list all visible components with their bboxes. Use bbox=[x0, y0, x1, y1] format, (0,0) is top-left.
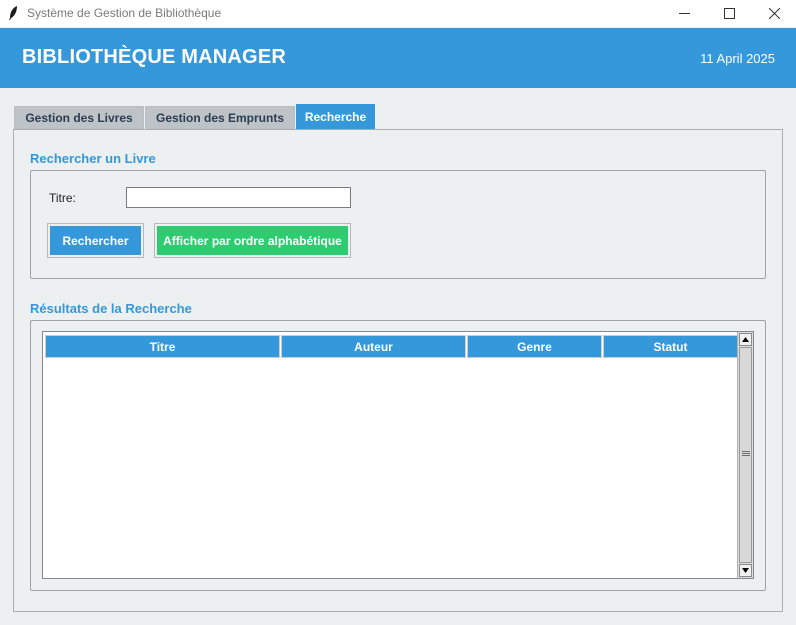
column-header-titre[interactable]: Titre bbox=[45, 335, 280, 358]
maximize-button[interactable] bbox=[707, 0, 752, 27]
results-scrollbar[interactable] bbox=[737, 332, 753, 578]
grip-line bbox=[742, 451, 750, 452]
minimize-button[interactable] bbox=[662, 0, 707, 27]
column-header-auteur[interactable]: Auteur bbox=[281, 335, 466, 358]
maximize-icon bbox=[724, 8, 735, 19]
window-title: Système de Gestion de Bibliothèque bbox=[27, 6, 222, 20]
app-header: BIBLIOTHÈQUE MANAGER 11 April 2025 bbox=[0, 28, 796, 88]
grip-line bbox=[742, 453, 750, 454]
alphabetical-order-button-label: Afficher par ordre alphabétique bbox=[157, 226, 348, 255]
grip-line bbox=[742, 455, 750, 456]
search-section-title: Rechercher un Livre bbox=[30, 151, 156, 166]
results-table[interactable]: Titre Auteur Genre Statut bbox=[42, 331, 754, 579]
header-date: 11 April 2025 bbox=[700, 51, 775, 66]
tab-recherche[interactable]: Recherche bbox=[296, 104, 375, 129]
close-button[interactable] bbox=[752, 0, 796, 27]
alphabetical-order-button[interactable]: Afficher par ordre alphabétique bbox=[154, 223, 351, 258]
scroll-down-button[interactable] bbox=[739, 564, 752, 577]
minimize-icon bbox=[679, 13, 690, 14]
results-section-title: Résultats de la Recherche bbox=[30, 301, 192, 316]
tab-gestion-emprunts[interactable]: Gestion des Emprunts bbox=[145, 106, 295, 129]
column-header-statut[interactable]: Statut bbox=[603, 335, 738, 358]
column-header-genre[interactable]: Genre bbox=[467, 335, 602, 358]
scroll-up-button[interactable] bbox=[739, 333, 752, 346]
close-icon bbox=[769, 8, 780, 19]
title-search-input[interactable] bbox=[126, 187, 351, 208]
title-label: Titre: bbox=[49, 191, 76, 205]
search-button-label: Rechercher bbox=[50, 226, 141, 255]
tab-gestion-livres[interactable]: Gestion des Livres bbox=[14, 106, 144, 129]
search-button[interactable]: Rechercher bbox=[47, 223, 144, 258]
feather-icon bbox=[9, 6, 17, 20]
arrow-down-icon bbox=[742, 568, 749, 573]
app-title: BIBLIOTHÈQUE MANAGER bbox=[22, 46, 286, 68]
arrow-up-icon bbox=[742, 337, 749, 342]
window-titlebar: Système de Gestion de Bibliothèque bbox=[0, 0, 796, 27]
scroll-thumb[interactable] bbox=[739, 347, 752, 563]
